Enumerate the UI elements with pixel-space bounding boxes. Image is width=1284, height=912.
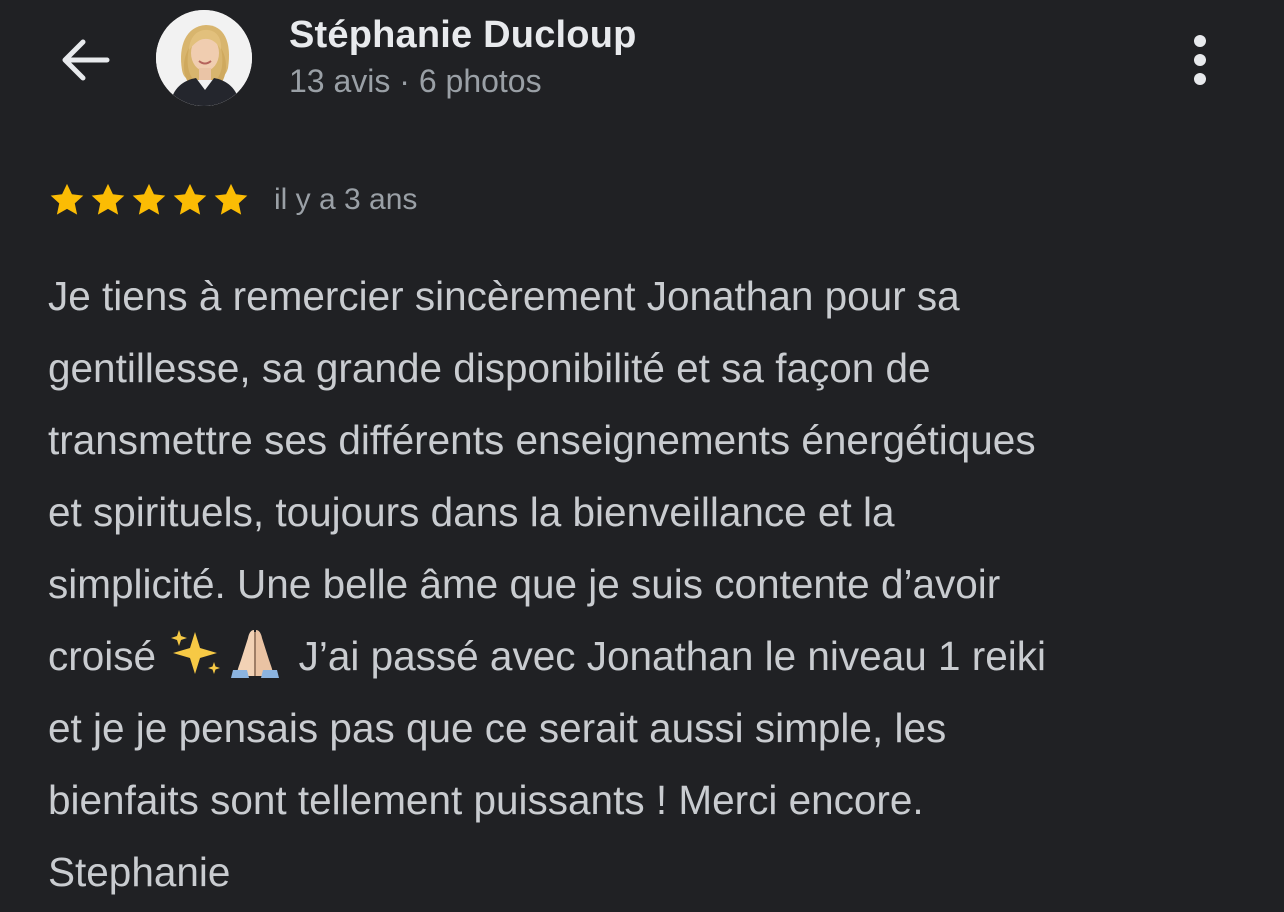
more-options-button[interactable] bbox=[1178, 28, 1222, 92]
star-icon bbox=[132, 183, 166, 215]
star-rating bbox=[48, 181, 250, 219]
review-date: il y a 3 ans bbox=[274, 183, 418, 216]
review-line: gentillesse, sa grande disponibilité et … bbox=[48, 345, 931, 391]
avatar[interactable] bbox=[156, 10, 252, 106]
more-vertical-icon bbox=[1194, 35, 1206, 85]
review-line: croisé J’ai passé avec Jonathan le nivea… bbox=[48, 620, 1248, 692]
author-name[interactable]: Stéphanie Ducloup bbox=[289, 14, 637, 57]
back-button[interactable] bbox=[54, 30, 114, 90]
review-text: Je tiens à remercier sincèrement Jonatha… bbox=[48, 260, 1248, 908]
review-line-text: J’ai passé avec Jonathan le niveau 1 rei… bbox=[298, 633, 1047, 679]
star-icon bbox=[91, 183, 125, 215]
folded-hands-icon bbox=[231, 630, 280, 678]
review-line: transmettre ses différents enseignements… bbox=[48, 417, 1036, 463]
author-stats: 13 avis · 6 photos bbox=[289, 63, 542, 99]
review-line: et je je pensais pas que ce serait aussi… bbox=[48, 705, 947, 751]
star-icon bbox=[50, 183, 84, 215]
sparkles-icon bbox=[171, 630, 221, 674]
review-line: simplicité. Une belle âme que je suis co… bbox=[48, 561, 1001, 607]
rating-row: il y a 3 ans bbox=[48, 178, 417, 222]
review-line: et spirituels, toujours dans la bienveil… bbox=[48, 489, 895, 535]
review-line: Je tiens à remercier sincèrement Jonatha… bbox=[48, 273, 960, 319]
star-icon bbox=[214, 183, 248, 215]
review-line: Stephanie bbox=[48, 849, 231, 895]
review-line-text: croisé bbox=[48, 633, 157, 679]
review-line: bienfaits sont tellement puissants ! Mer… bbox=[48, 777, 924, 823]
profile-photo bbox=[156, 10, 252, 106]
star-icon bbox=[173, 183, 207, 215]
arrow-left-icon bbox=[62, 39, 110, 81]
